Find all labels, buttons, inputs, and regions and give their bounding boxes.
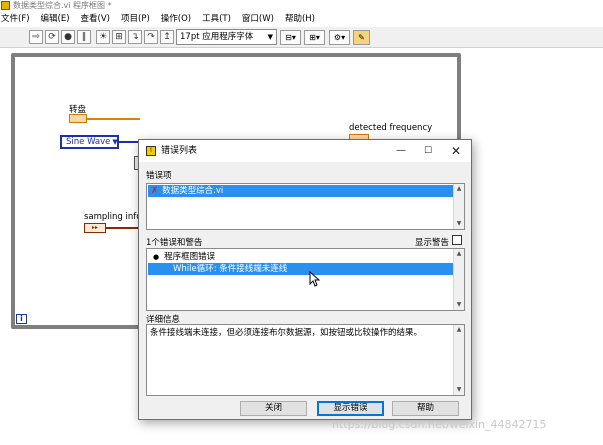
menu-bar: 文件(F) 编辑(E) 查看(V) 项目(P) 操作(O) 工具(T) 窗口(W… xyxy=(0,12,603,27)
menu-help[interactable]: 帮助(H) xyxy=(284,12,320,27)
scroll-up-icon[interactable]: ▲ xyxy=(454,184,464,194)
menu-operate[interactable]: 操作(O) xyxy=(160,12,196,27)
enum-constant[interactable]: Sine Wave ▼ xyxy=(60,135,119,149)
show-warnings-checkbox[interactable] xyxy=(452,235,462,245)
scrollbar[interactable]: ▲ ▼ xyxy=(453,184,464,229)
scroll-down-icon[interactable]: ▼ xyxy=(454,385,464,395)
scrollbar[interactable]: ▲ ▼ xyxy=(453,325,464,395)
scroll-up-icon[interactable]: ▲ xyxy=(454,325,464,335)
close-button[interactable]: 关闭 xyxy=(240,401,307,416)
chevron-down-icon: ▼ xyxy=(112,138,118,146)
enum-wire[interactable] xyxy=(119,141,140,143)
detected-frequency-label: detected frequency xyxy=(349,123,433,133)
labview-app-icon xyxy=(1,1,10,10)
dialog-title-bar[interactable]: ! 错误列表 — ☐ ✕ xyxy=(139,140,471,162)
list-item[interactable]: While循环: 条件接线端未连线 xyxy=(148,263,453,275)
scrollbar[interactable]: ▲ ▼ xyxy=(453,249,464,310)
scroll-up-icon[interactable]: ▲ xyxy=(454,249,464,259)
maximize-icon[interactable]: ☐ xyxy=(419,143,437,159)
distribute-objects-icon[interactable]: ⊞▾ xyxy=(304,30,325,45)
align-objects-icon[interactable]: ⊟▾ xyxy=(280,30,301,45)
sampling-info-terminal[interactable]: ▸▸ xyxy=(84,223,106,233)
font-select-value: 17pt 应用程序字体 xyxy=(180,32,254,42)
sampling-info-label: sampling info xyxy=(84,212,142,222)
bullet-icon: ● xyxy=(153,253,160,261)
list-item[interactable]: ✗ 数据类型综合.vi xyxy=(148,185,453,197)
window-title-bar: 数据类型综合.vi 程序框图 * xyxy=(0,0,603,12)
list-item[interactable]: ● 程序框图错误 xyxy=(148,251,453,263)
toolbar: ⇨ ⟳ ● ‖ ☀ ⊞ ↴ ↷ ↥ 17pt 应用程序字体 ▼ ⊟▾ ⊞▾ ⚙▾… xyxy=(0,27,603,48)
pause-icon[interactable]: ‖ xyxy=(77,30,91,44)
window-title: 数据类型综合.vi 程序框图 * xyxy=(13,1,112,10)
cluster-wire[interactable] xyxy=(106,227,140,229)
errors-section-label: 错误项 xyxy=(146,171,172,181)
menu-edit[interactable]: 编辑(E) xyxy=(40,12,75,27)
scroll-down-icon[interactable]: ▼ xyxy=(454,219,464,229)
menu-project[interactable]: 项目(P) xyxy=(120,12,155,27)
list-group-label: 程序框图错误 xyxy=(164,252,216,262)
step-into-icon[interactable]: ↴ xyxy=(128,30,142,44)
step-over-icon[interactable]: ↷ xyxy=(144,30,158,44)
font-select[interactable]: 17pt 应用程序字体 ▼ xyxy=(176,29,277,45)
show-error-button[interactable]: 显示错误 xyxy=(317,401,384,416)
show-warnings-label: 显示警告 xyxy=(415,238,450,248)
list-item-label: 数据类型综合.vi xyxy=(162,186,224,196)
cleanup-diagram-icon[interactable]: ✎ xyxy=(353,30,370,45)
mouse-cursor-icon xyxy=(309,271,320,287)
help-button[interactable]: 帮助 xyxy=(392,401,459,416)
highlight-execution-icon[interactable]: ☀ xyxy=(96,30,110,44)
abort-icon[interactable]: ● xyxy=(61,30,75,44)
scroll-down-icon[interactable]: ▼ xyxy=(454,300,464,310)
watermark: https://blog.csdn.net/weixin_44842715 xyxy=(332,418,547,431)
menu-window[interactable]: 窗口(W) xyxy=(241,12,279,27)
dialog-title: 错误列表 xyxy=(161,146,198,156)
errors-and-warnings-list[interactable]: ● 程序框图错误 While循环: 条件接线端未连线 ▲ ▼ xyxy=(146,248,465,311)
close-icon[interactable]: ✕ xyxy=(447,143,465,159)
numeric-wire[interactable] xyxy=(87,118,140,120)
menu-view[interactable]: 查看(V) xyxy=(80,12,115,27)
broken-vi-icon: ✗ xyxy=(151,186,159,196)
menu-file[interactable]: 文件(F) xyxy=(0,12,35,27)
retain-wire-values-icon[interactable]: ⊞ xyxy=(112,30,126,44)
enum-value: Sine Wave xyxy=(66,137,111,147)
chevron-down-icon: ▼ xyxy=(267,33,273,41)
error-list-dialog: ! 错误列表 — ☐ ✕ 错误项 ✗ 数据类型综合.vi ▲ ▼ 1个错误和警告 … xyxy=(138,139,472,420)
menu-tools[interactable]: 工具(T) xyxy=(201,12,236,27)
details-box[interactable]: 条件接线端未连接，但必须连接布尔数据源，如按钮或比较操作的结果。 ▲ ▼ xyxy=(146,324,465,396)
run-icon[interactable]: ⇨ xyxy=(29,30,43,44)
error-list-icon: ! xyxy=(146,146,156,156)
error-count-label: 1个错误和警告 xyxy=(146,238,203,248)
run-continuously-icon[interactable]: ⟳ xyxy=(45,30,59,44)
error-items-list[interactable]: ✗ 数据类型综合.vi ▲ ▼ xyxy=(146,183,465,230)
details-text: 条件接线端未连接，但必须连接布尔数据源，如按钮或比较操作的结果。 xyxy=(150,328,423,338)
step-out-icon[interactable]: ↥ xyxy=(160,30,174,44)
loop-iteration-terminal[interactable]: i xyxy=(16,314,27,324)
knob-terminal[interactable] xyxy=(69,114,87,123)
minimize-icon[interactable]: — xyxy=(392,143,410,159)
reorder-icon[interactable]: ⚙▾ xyxy=(329,30,350,45)
